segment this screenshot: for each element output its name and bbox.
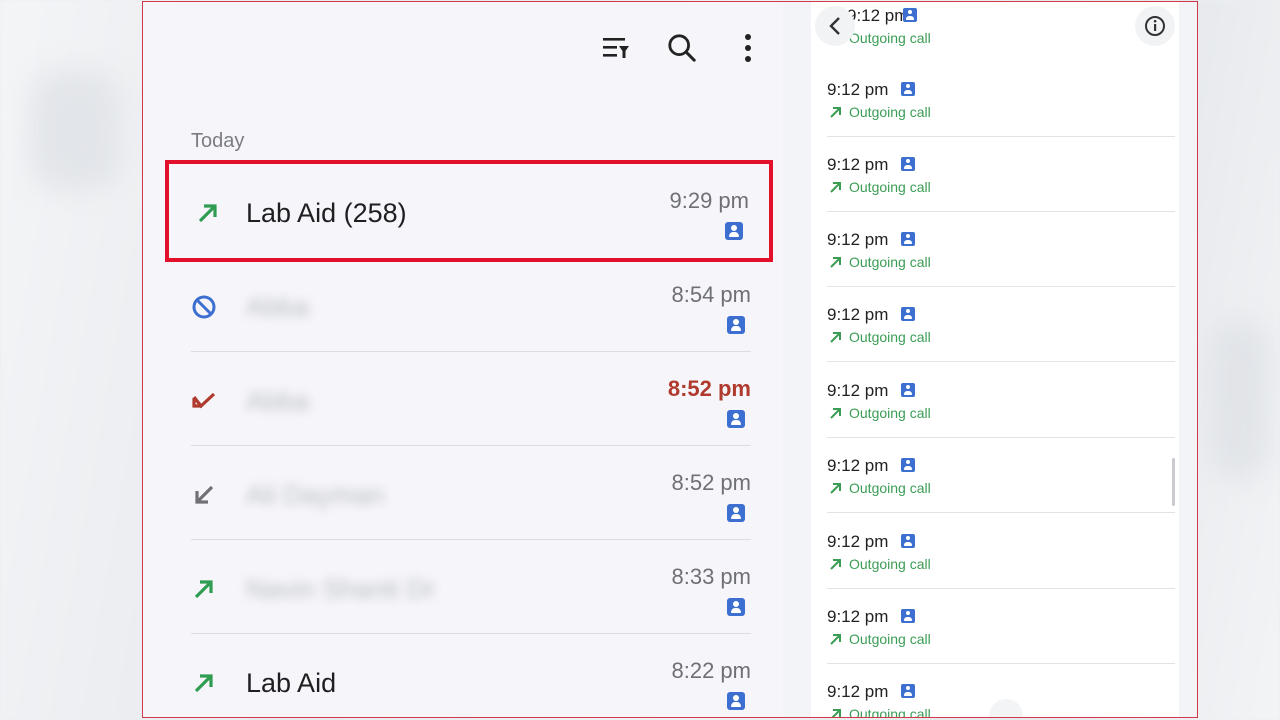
contact-icon [727,410,745,428]
app-window: Today Lab Aid (258) 9:29 pm Abba 8:54 pm [142,1,1198,718]
background-blur [30,70,120,190]
caller-name: Lab Aid (258) [246,198,407,228]
toolbar [601,30,763,66]
contact-icon [727,316,745,334]
caller-name: Ali Dayman [246,480,385,510]
call-details-panel: 9:12 pm Outgoing call 9:12 pm Outgoing c… [811,2,1179,718]
call-list: Lab Aid (258) 9:29 pm Abba 8:54 pm Abba [165,160,773,717]
call-time: 8:33 pm [671,564,752,589]
contact-icon [901,684,915,698]
call-history-panel: Today Lab Aid (258) 9:29 pm Abba 8:54 pm [143,2,783,717]
call-log-type: Outgoing call [849,329,931,345]
call-time: 8:52 pm [667,376,751,401]
call-log-time: 9:12 pm [827,230,889,249]
info-icon [1145,16,1165,36]
call-log-entry: 9:12 pm Outgoing call [827,514,1175,589]
filter-sort-icon[interactable] [601,30,631,66]
outgoing-call-icon [830,634,841,645]
contact-icon [725,222,743,240]
contact-icon [901,458,915,472]
background-blur [1210,320,1270,480]
contact-icon [901,383,915,397]
more-vert-icon[interactable] [733,30,763,66]
call-log-time: 9:12 pm [827,305,889,324]
call-log-type: Outgoing call [849,30,931,46]
contact-icon [901,157,915,171]
call-log-time: 9:12 pm [827,532,889,551]
search-icon[interactable] [667,30,697,66]
call-log-type: Outgoing call [849,179,931,195]
call-time: 9:29 pm [669,188,750,213]
outgoing-call-icon [830,182,841,193]
call-log-entry: 9:12 pm Outgoing call [827,212,1175,287]
contact-icon [727,598,745,616]
call-log-time: 9:12 pm [827,155,889,174]
call-row[interactable]: Navin Shanti Dr 8:33 pm [191,540,751,634]
call-log-type: Outgoing call [849,556,931,572]
outgoing-call-icon [831,709,841,717]
caller-name: Abba [246,292,310,322]
call-log-time: 9:12 pm [847,6,909,25]
section-header-today: Today [191,130,245,152]
call-log-type: Outgoing call [849,405,931,421]
caller-name: Abba [246,386,310,416]
call-row[interactable]: Lab Aid 8:22 pm [191,634,752,717]
call-log-time: 9:12 pm [827,682,889,701]
contact-icon [727,504,745,522]
scrollbar-thumb[interactable] [1172,458,1175,506]
call-row[interactable]: Ali Dayman 8:52 pm [191,446,751,540]
outgoing-call-icon [830,107,841,118]
contact-icon [901,609,915,623]
outgoing-call-icon [194,580,213,599]
caller-name: Lab Aid [246,668,337,698]
missed-call-icon [192,392,216,409]
call-log-entry: 9:12 pm Outgoing call [827,363,1175,438]
call-log-type: Outgoing call [849,254,931,270]
call-row[interactable]: Abba 8:52 pm [191,352,751,446]
blocked-call-icon [192,295,216,319]
call-log-entry: 9:12 pm Outgoing call [827,287,1175,362]
contact-icon [901,307,915,321]
outgoing-call-icon [198,204,217,223]
call-time: 8:52 pm [671,470,752,495]
chevron-left-icon [829,17,840,35]
call-log-type: Outgoing call [849,104,931,120]
call-log-entry: 9:12 pm Outgoing call [827,438,1175,513]
call-log-type: Outgoing call [849,631,931,647]
outgoing-call-icon [830,408,841,419]
contact-icon [901,232,915,246]
outgoing-call-icon [830,257,841,268]
call-time: 8:54 pm [671,282,752,307]
call-row[interactable]: Abba 8:54 pm [191,258,751,352]
call-log-entry-partial: 9:12 pm Outgoing call [827,2,1175,50]
outgoing-call-icon [830,332,841,343]
outgoing-call-icon [194,674,213,693]
incoming-call-icon [195,485,214,504]
call-log-entry: 9:12 pm Outgoing call [827,589,1175,664]
call-log-entry: 9:12 pm Outgoing call [827,137,1175,212]
caller-name: Navin Shanti Dr [246,574,436,604]
contact-icon [901,534,915,548]
outgoing-call-icon [830,559,841,570]
call-log-type: Outgoing call [849,706,931,718]
call-log-entry: 9:12 pm Outgoing call [827,62,1175,137]
call-row-highlighted[interactable]: Lab Aid (258) 9:29 pm [165,160,773,262]
call-log-time: 9:12 pm [827,381,889,400]
info-button[interactable] [1135,6,1175,46]
back-button[interactable] [815,6,855,46]
outgoing-call-icon [830,483,841,494]
call-log-time: 9:12 pm [827,456,889,475]
contact-icon [903,8,917,22]
contact-icon [727,692,745,710]
call-log-type: Outgoing call [849,480,931,496]
call-log-time: 9:12 pm [827,80,889,99]
contact-icon [901,82,915,96]
call-time: 8:22 pm [671,658,752,683]
call-log-time: 9:12 pm [827,607,889,626]
